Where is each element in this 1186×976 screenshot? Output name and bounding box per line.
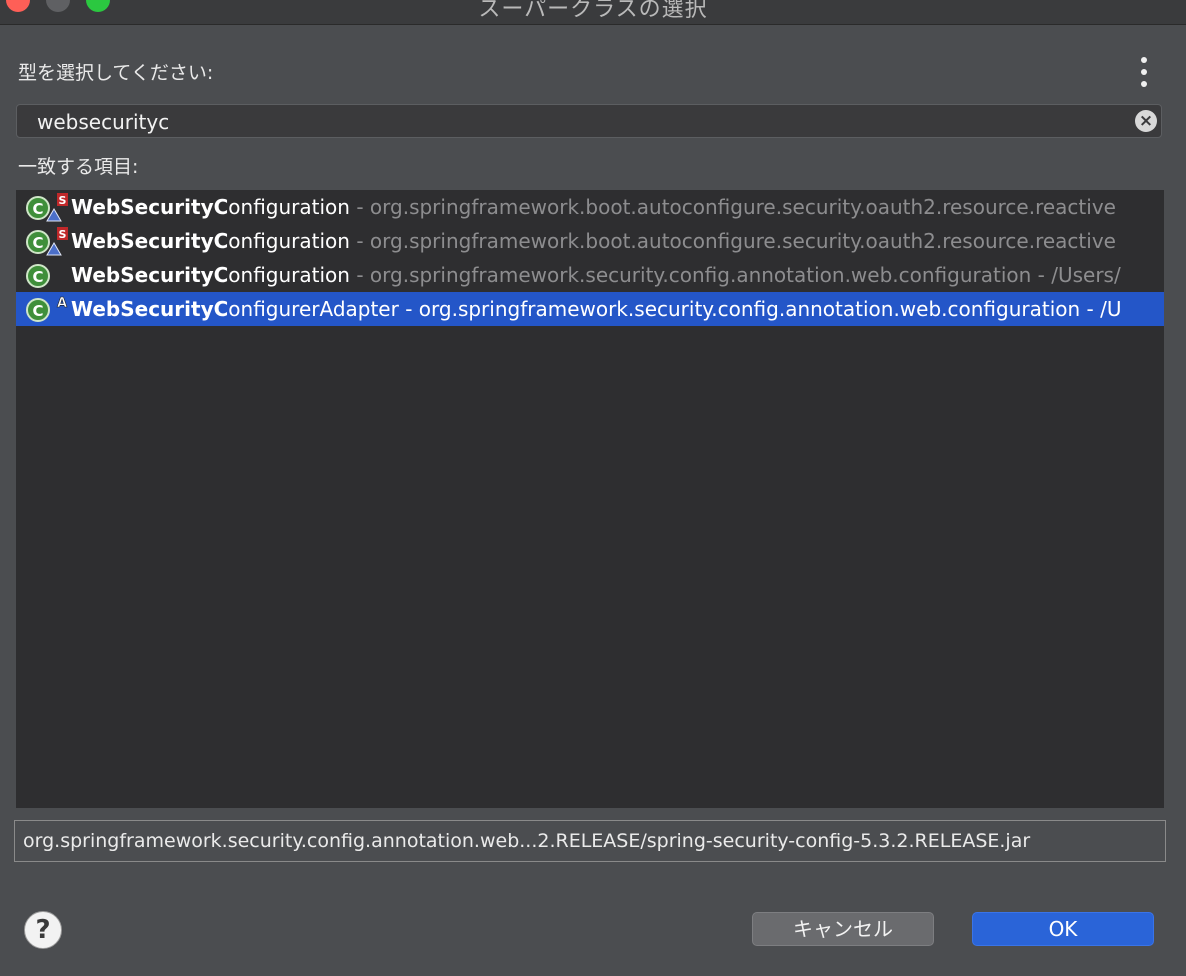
class-icon: C S xyxy=(26,193,68,222)
type-name-rest: onfiguration xyxy=(228,195,350,219)
separator: - xyxy=(349,195,370,219)
svg-text:C: C xyxy=(32,302,43,320)
package-name: org.springframework.security.config.anno… xyxy=(369,263,1121,287)
matching-items-label: 一致する項目: xyxy=(18,156,139,178)
result-row[interactable]: C S WebSecurityConfiguration - org.sprin… xyxy=(16,224,1164,258)
svg-text:A: A xyxy=(57,296,67,311)
package-name: org.springframework.boot.autoconfigure.s… xyxy=(369,229,1116,253)
results-list[interactable]: C S WebSecurityConfiguration - org.sprin… xyxy=(16,190,1164,808)
separator: - xyxy=(349,229,370,253)
result-row[interactable]: C WebSecurityConfiguration - org.springf… xyxy=(16,258,1164,292)
svg-text:C: C xyxy=(32,200,43,218)
type-name-rest: onfigurerAdapter xyxy=(228,297,399,321)
package-name: org.springframework.security.config.anno… xyxy=(418,297,1122,321)
clear-search-icon[interactable]: × xyxy=(1135,110,1157,132)
class-icon: C xyxy=(26,264,50,288)
package-name: org.springframework.boot.autoconfigure.s… xyxy=(369,195,1116,219)
cancel-button[interactable]: キャンセル xyxy=(752,912,934,946)
type-name-rest: onfiguration xyxy=(228,229,350,253)
svg-text:C: C xyxy=(32,234,43,252)
title-bar: スーパークラスの選択 xyxy=(0,0,1186,25)
svg-text:C: C xyxy=(32,268,43,286)
type-prompt-label: 型を選択してください: xyxy=(18,62,214,84)
result-row-selected[interactable]: C A WebSecurityConfigurerAdapter - org.s… xyxy=(16,292,1164,326)
separator: - xyxy=(349,263,370,287)
type-name-match: WebSecurityC xyxy=(71,263,229,287)
view-menu-icon[interactable] xyxy=(1134,54,1154,90)
help-button[interactable]: ? xyxy=(24,911,62,949)
abstract-class-icon: C A xyxy=(26,296,67,322)
svg-text:S: S xyxy=(59,194,67,207)
separator: - xyxy=(398,297,419,321)
qualifier-path-field: org.springframework.security.config.anno… xyxy=(14,820,1166,862)
search-field[interactable]: × xyxy=(16,104,1162,138)
class-icon: C S xyxy=(26,227,68,256)
type-name-match: WebSecurityC xyxy=(71,229,229,253)
ok-button[interactable]: OK xyxy=(972,912,1154,946)
type-name-rest: onfiguration xyxy=(228,263,350,287)
svg-text:S: S xyxy=(59,228,67,241)
type-name-match: WebSecurityC xyxy=(71,297,229,321)
search-input[interactable] xyxy=(35,108,1119,136)
type-name-match: WebSecurityC xyxy=(71,195,229,219)
window-title: スーパークラスの選択 xyxy=(478,0,708,22)
result-row[interactable]: C S WebSecurityConfiguration - org.sprin… xyxy=(16,190,1164,224)
